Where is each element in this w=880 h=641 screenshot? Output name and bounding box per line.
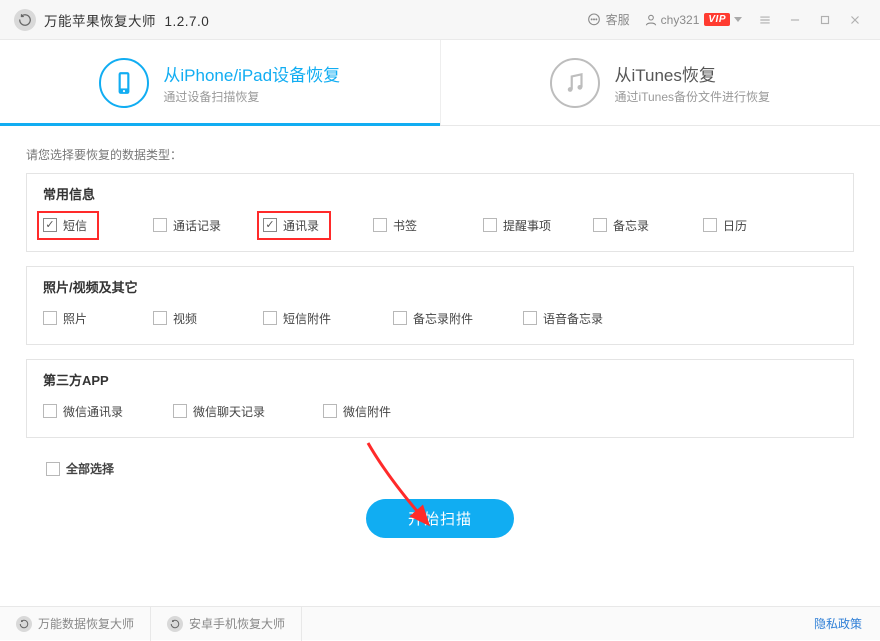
checkbox-call-log[interactable]: 通话记录 [153, 217, 221, 234]
vip-badge: VIP [704, 13, 730, 26]
checkbox-sms[interactable]: 短信 [43, 217, 87, 234]
checkbox-select-all[interactable]: 全部选择 [46, 460, 854, 477]
checkbox-wechat-attachments[interactable]: 微信附件 [323, 403, 391, 420]
group-media: 照片/视频及其它 照片 视频 短信附件 备忘录附件 语音备忘录 [26, 266, 854, 345]
minimize-button[interactable] [780, 0, 810, 40]
group-common: 常用信息 短信 通话记录 通讯录 书签 提醒事项 备忘录 日历 [26, 173, 854, 252]
selection-prompt: 请您选择要恢复的数据类型： [26, 146, 854, 163]
highlight-contacts: 通讯录 [257, 211, 331, 240]
checkbox-videos[interactable]: 视频 [153, 310, 197, 327]
checkbox-voice-memos[interactable]: 语音备忘录 [523, 310, 603, 327]
app-title: 万能苹果恢复大师 1.2.7.0 [44, 10, 209, 30]
checkbox-sms-attachments[interactable]: 短信附件 [263, 310, 331, 327]
content-area: 请您选择要恢复的数据类型： 常用信息 短信 通话记录 通讯录 书签 提醒事项 备… [0, 126, 880, 538]
title-bar: 万能苹果恢复大师 1.2.7.0 客服 chy321 VIP [0, 0, 880, 40]
group-thirdparty: 第三方APP 微信通讯录 微信聊天记录 微信附件 [26, 359, 854, 438]
group-media-header: 照片/视频及其它 [27, 267, 853, 302]
refresh-icon [167, 616, 183, 632]
checkbox-photos[interactable]: 照片 [43, 310, 87, 327]
music-note-icon [550, 58, 600, 108]
highlight-sms: 短信 [37, 211, 99, 240]
checkbox-reminders[interactable]: 提醒事项 [483, 217, 551, 234]
checkbox-notes-attachments[interactable]: 备忘录附件 [393, 310, 473, 327]
group-common-header: 常用信息 [27, 174, 853, 209]
dropdown-icon [734, 17, 742, 23]
select-all-row: 全部选择 [26, 452, 854, 481]
tab-device-title: 从iPhone/iPad设备恢复 [163, 61, 340, 86]
tab-device-recovery[interactable]: 从iPhone/iPad设备恢复 通过设备扫描恢复 [0, 40, 440, 125]
tab-itunes-subtitle: 通过iTunes备份文件进行恢复 [614, 88, 770, 105]
privacy-policy-link[interactable]: 隐私政策 [814, 615, 862, 632]
checkbox-calendar[interactable]: 日历 [703, 217, 747, 234]
menu-button[interactable] [750, 0, 780, 40]
tab-device-subtitle: 通过设备扫描恢复 [163, 88, 340, 105]
phone-icon [99, 58, 149, 108]
user-account[interactable]: chy321 VIP [636, 13, 750, 27]
close-button[interactable] [840, 0, 870, 40]
app-logo [14, 9, 36, 31]
maximize-button[interactable] [810, 0, 840, 40]
username: chy321 [661, 13, 700, 27]
bottom-tab-data-recovery[interactable]: 万能数据恢复大师 [0, 607, 151, 641]
checkbox-notes[interactable]: 备忘录 [593, 217, 649, 234]
checkbox-contacts[interactable]: 通讯录 [263, 217, 319, 234]
refresh-icon [16, 616, 32, 632]
tab-itunes-recovery[interactable]: 从iTunes恢复 通过iTunes备份文件进行恢复 [440, 40, 880, 125]
bottom-tab-android-recovery[interactable]: 安卓手机恢复大师 [151, 607, 302, 641]
start-scan-button[interactable]: 开始扫描 [366, 499, 514, 538]
bottom-bar: 万能数据恢复大师 安卓手机恢复大师 隐私政策 [0, 606, 880, 640]
mode-tabs: 从iPhone/iPad设备恢复 通过设备扫描恢复 从iTunes恢复 通过iT… [0, 40, 880, 126]
group-thirdparty-header: 第三方APP [27, 360, 853, 395]
checkbox-wechat-contacts[interactable]: 微信通讯录 [43, 403, 123, 420]
checkbox-bookmarks[interactable]: 书签 [373, 217, 417, 234]
tab-itunes-title: 从iTunes恢复 [614, 61, 770, 86]
checkbox-wechat-chat[interactable]: 微信聊天记录 [173, 403, 265, 420]
customer-service-button[interactable]: 客服 [580, 0, 636, 40]
